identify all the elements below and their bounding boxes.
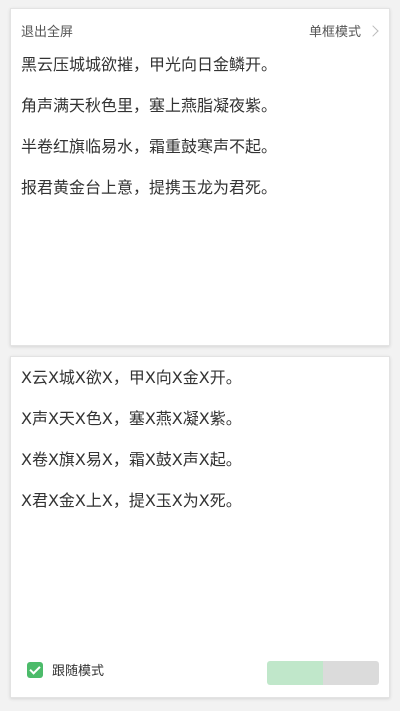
poem-line: 角声满天秋色里，塞上燕脂凝夜紫。 [21,96,278,115]
single-box-mode-button[interactable]: 单框模式 [309,21,379,40]
poem-line: 报君黄金台上意，提携玉龙为君死。 [21,178,278,197]
follow-mode-label: 跟随模式 [52,664,105,679]
masked-poem-line: X云X城X欲X，甲X向X金X开。 [21,368,242,387]
source-poem-panel: 退出全屏 单框模式 黑云压城城欲摧，甲光向日金鳞开。 角声满天秋色里，塞上燕脂凝… [10,8,390,346]
follow-mode-checkbox[interactable] [27,661,43,678]
follow-mode-toggle[interactable]: 跟随模式 [27,660,104,679]
action-button-primary[interactable] [267,661,323,685]
panel-header: 退出全屏 单框模式 [21,21,379,40]
masked-poem-text: X云X城X欲X，甲X向X金X开。 X声X天X色X，塞X燕X凝X紫。 X卷X旗X易… [21,368,379,532]
action-button-secondary[interactable] [323,661,379,685]
chevron-right-icon [367,24,379,37]
masked-poem-line: X声X天X色X，塞X燕X凝X紫。 [21,409,242,428]
practice-poem-panel: X云X城X欲X，甲X向X金X开。 X声X天X色X，塞X燕X凝X紫。 X卷X旗X易… [10,356,390,698]
action-buttons [267,661,379,685]
single-box-mode-label: 单框模式 [308,25,361,40]
poem-line: 半卷红旗临易水，霜重鼓寒声不起。 [21,137,278,156]
masked-poem-line: X卷X旗X易X，霜X鼓X声X起。 [21,450,242,469]
exit-fullscreen-button[interactable]: 退出全屏 [21,21,73,40]
poem-line: 黑云压城城欲摧，甲光向日金鳞开。 [21,55,278,74]
poem-text: 黑云压城城欲摧，甲光向日金鳞开。 角声满天秋色里，塞上燕脂凝夜紫。 半卷红旗临易… [21,55,379,219]
masked-poem-line: X君X金X上X，提X玉X为X死。 [21,491,242,510]
